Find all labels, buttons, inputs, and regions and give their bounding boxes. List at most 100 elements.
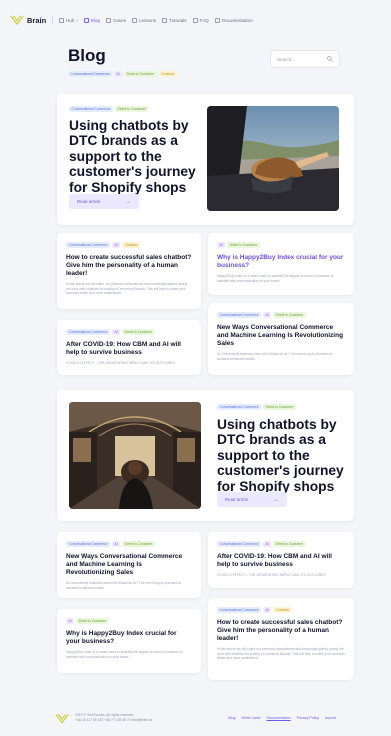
nav-item-label: Hub — [65, 17, 75, 23]
article-title[interactable]: After COVID-19: How CBM and AI will help… — [217, 553, 345, 569]
nav-item-faq[interactable]: FAQ — [192, 17, 209, 23]
tag-conversational-commerce[interactable]: Conversational Commerce — [66, 329, 111, 336]
article-tags: AI Direct to Customer — [66, 618, 192, 625]
article-title[interactable]: Why is Happy2Buy Index crucial for your … — [217, 254, 345, 270]
tag-ai[interactable]: AI — [114, 71, 123, 78]
tag-direct-to-customer[interactable]: Direct to Customer — [124, 71, 157, 78]
top-navigation: Braín Hub › Blog Cases Lessons Tutorials FAQ Do… — [0, 0, 391, 40]
nav-divider — [52, 16, 53, 24]
article-card[interactable]: Conversational Commerce AI Direct to Custo… — [208, 303, 354, 375]
article-card[interactable]: Conversational Commerce AI Direct to Custo… — [57, 532, 201, 598]
arcade-street-photo — [69, 402, 201, 509]
article-title[interactable]: How to create successful sales chatbot? … — [66, 254, 192, 277]
tag-direct-to-consumer[interactable]: Direct to Consumer — [115, 106, 149, 113]
nav-item-tutorials[interactable]: Tutorials — [162, 17, 187, 23]
tag-ai[interactable]: AI — [112, 329, 121, 336]
brand-logo[interactable]: Braín — [10, 14, 46, 26]
article-tags: Conversational Commerce AI Direct to Custo… — [66, 541, 192, 548]
tag-direct-to-customer[interactable]: Direct to Customer — [263, 404, 296, 411]
article-tags: Conversational Commerce AI Chatbots — [217, 607, 345, 614]
footer-link-documentation[interactable]: Documentation — [266, 716, 290, 720]
nav-item-lessons[interactable]: Lessons — [131, 17, 156, 23]
featured-article-card[interactable]: Conversational Commerce Direct to Consume… — [57, 94, 354, 225]
tag-chatbots[interactable]: Chatbots — [273, 607, 292, 614]
lessons-icon — [131, 17, 137, 23]
footer-links: Blog White Label Documentation Privacy Poli… — [228, 716, 336, 720]
tag-conversational-commerce[interactable]: Conversational Commerce — [69, 106, 114, 113]
car-window-photo — [207, 106, 339, 211]
tag-chatbots[interactable]: Chatbots — [158, 71, 177, 78]
article-excerpt: So how exactly business uses of AI allow… — [217, 351, 333, 361]
featured-article-title[interactable]: Using chatbots by DTC brands as a suppor… — [217, 417, 347, 494]
search-input[interactable]: Search... — [270, 50, 340, 68]
nav-item-label: Tutorials — [169, 17, 187, 23]
chevron-down-icon: › — [76, 17, 78, 23]
tag-conversational-commerce[interactable]: Conversational Commerce — [66, 242, 111, 249]
tag-direct-to-customer[interactable]: Direct to Customer — [273, 312, 306, 319]
article-tags: AI Direct to Customer — [217, 242, 345, 249]
tag-ai[interactable]: AI — [263, 312, 272, 319]
featured-article-title[interactable]: Using chatbots by DTC brands as a suppor… — [69, 118, 197, 195]
article-excerpt: Happy2Buy Index is a metric used to quan… — [66, 649, 183, 659]
article-card[interactable]: Conversational Commerce AI Chatbots How to… — [208, 598, 354, 680]
footer-contacts: +48 22 417 80 187 +48 77 125 48 74 info@… — [75, 718, 152, 722]
tag-direct-to-customer[interactable]: Direct to Customer — [122, 541, 155, 548]
tag-direct-to-customer[interactable]: Direct to Customer — [227, 242, 260, 249]
footer-link-privacy-policy[interactable]: Privacy Policy — [297, 716, 319, 720]
nav-item-label: Documentation — [221, 17, 253, 23]
article-card[interactable]: AI Direct to Customer Why is Happy2Buy In… — [208, 233, 354, 295]
footer-link-white-label[interactable]: White Label — [241, 716, 260, 720]
article-excerpt: Happy2Buy Index is a metric used to quan… — [217, 273, 334, 283]
blog-icon — [83, 17, 89, 23]
article-excerpt: In this article we will share our person… — [66, 281, 188, 296]
tag-conversational-commerce[interactable]: Conversational Commerce — [217, 312, 262, 319]
tag-ai[interactable]: AI — [263, 541, 272, 548]
tag-direct-to-customer[interactable]: Direct to Customer — [76, 618, 109, 625]
arrow-right-icon: → — [125, 198, 131, 205]
tag-conversational-commerce[interactable]: Conversational Commerce — [66, 541, 111, 548]
tag-ai[interactable]: AI — [112, 242, 121, 249]
search-placeholder: Search... — [277, 56, 296, 62]
tag-direct-to-customer[interactable]: Direct to Customer — [273, 541, 306, 548]
tag-direct-to-customer[interactable]: Direct to Customer — [122, 329, 155, 336]
article-card[interactable]: Conversational Commerce AI Direct to Custo… — [57, 320, 201, 375]
article-card[interactable]: AI Direct to Customer Why is Happy2Buy In… — [57, 609, 201, 673]
article-card[interactable]: Conversational Commerce AI Chatbots How to… — [57, 233, 201, 309]
footer: 2019 © TechFunder. All rights reserved +… — [0, 700, 391, 736]
footer-link-blog[interactable]: Blog — [228, 716, 235, 720]
article-title[interactable]: New Ways Conversational Commerce and Mac… — [217, 324, 345, 347]
article-title[interactable]: New Ways Conversational Commerce and Mac… — [66, 553, 192, 576]
brand-name: Braín — [27, 15, 47, 25]
article-title[interactable]: After COVID-19: How CBM and AI will help… — [66, 341, 192, 357]
tag-conversational-commerce[interactable]: Conversational Commerce — [217, 404, 262, 411]
article-tags: Conversational Commerce Direct to Consume… — [69, 106, 149, 113]
tag-chatbots[interactable]: Chatbots — [122, 242, 141, 249]
documentation-icon — [214, 17, 220, 23]
article-card[interactable]: Conversational Commerce AI Direct to Custo… — [208, 532, 354, 588]
tag-conversational-commerce[interactable]: Conversational Commerce — [217, 541, 262, 548]
article-tags: Conversational Commerce AI Direct to Custo… — [217, 312, 345, 319]
tag-ai[interactable]: AI — [66, 618, 75, 625]
search-icon — [327, 56, 333, 62]
tag-conversational-commerce[interactable]: Conversational Commerce — [217, 607, 262, 614]
featured-article-card[interactable]: Conversational Commerce Direct to Custome… — [57, 390, 354, 521]
article-tags: Conversational Commerce Direct to Custome… — [217, 404, 296, 411]
nav-item-label: Cases — [112, 17, 126, 23]
nav-item-hub[interactable]: Hub › — [58, 17, 78, 23]
footer-link-imprint[interactable]: Imprint — [325, 716, 336, 720]
nav-item-cases[interactable]: Cases — [105, 17, 126, 23]
cases-icon — [105, 17, 111, 23]
tag-ai[interactable]: AI — [217, 242, 226, 249]
read-article-button[interactable]: Read article → — [217, 492, 287, 507]
nav-item-documentation[interactable]: Documentation — [214, 17, 253, 23]
article-title[interactable]: How to create successful sales chatbot? … — [217, 619, 345, 642]
hub-icon — [58, 17, 64, 23]
brain-logo-icon — [55, 713, 69, 724]
article-tags: Conversational Commerce AI Direct to Custo… — [66, 329, 192, 336]
tag-ai[interactable]: AI — [112, 541, 121, 548]
article-title[interactable]: Why is Happy2Buy Index crucial for your … — [66, 630, 192, 646]
nav-item-blog[interactable]: Blog — [83, 17, 100, 23]
read-article-button[interactable]: Read article → — [69, 194, 139, 209]
tag-conversational-commerce[interactable]: Conversational Commerce — [68, 71, 113, 78]
tag-ai[interactable]: AI — [263, 607, 272, 614]
